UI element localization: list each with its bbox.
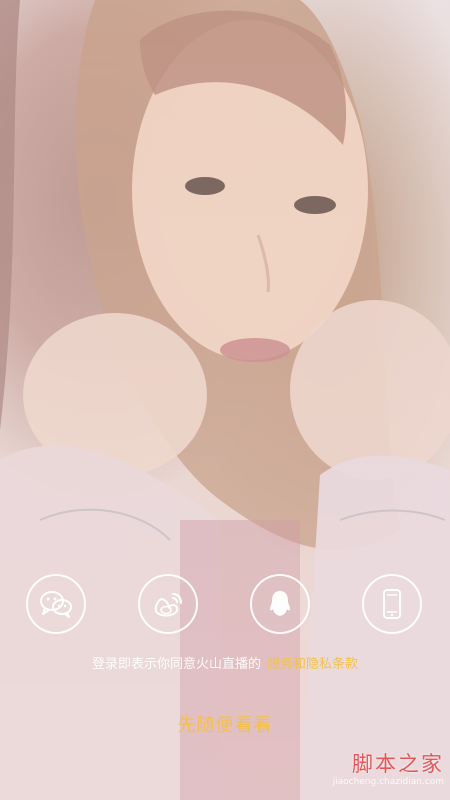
terms-link[interactable]: 服务和隐私条款 [267,657,358,672]
weibo-icon [151,589,185,619]
watermark-title: 脚本之家 [352,752,444,776]
qq-icon [265,588,295,620]
phone-login-button[interactable] [362,574,422,634]
login-screen: 登录即表示你同意火山直播的 服务和隐私条款 先随便看看 脚本之家 jiaochen… [0,0,450,800]
login-options-row [0,574,450,638]
phone-icon [382,588,402,620]
wechat-login-button[interactable] [26,574,86,634]
wechat-icon [39,589,73,619]
qq-login-button[interactable] [250,574,310,634]
weibo-login-button[interactable] [138,574,198,634]
terms-statement: 登录即表示你同意火山直播的 服务和隐私条款 [0,656,450,674]
soft-overlay [0,0,450,800]
watermark-subtitle: jiaocheng.chazidian.com [332,777,444,787]
terms-prefix: 登录即表示你同意火山直播的 [91,657,261,672]
browse-first-button[interactable]: 先随便看看 [0,714,450,738]
site-watermark: 脚本之家 jiaocheng.chazidian.com [294,752,444,796]
